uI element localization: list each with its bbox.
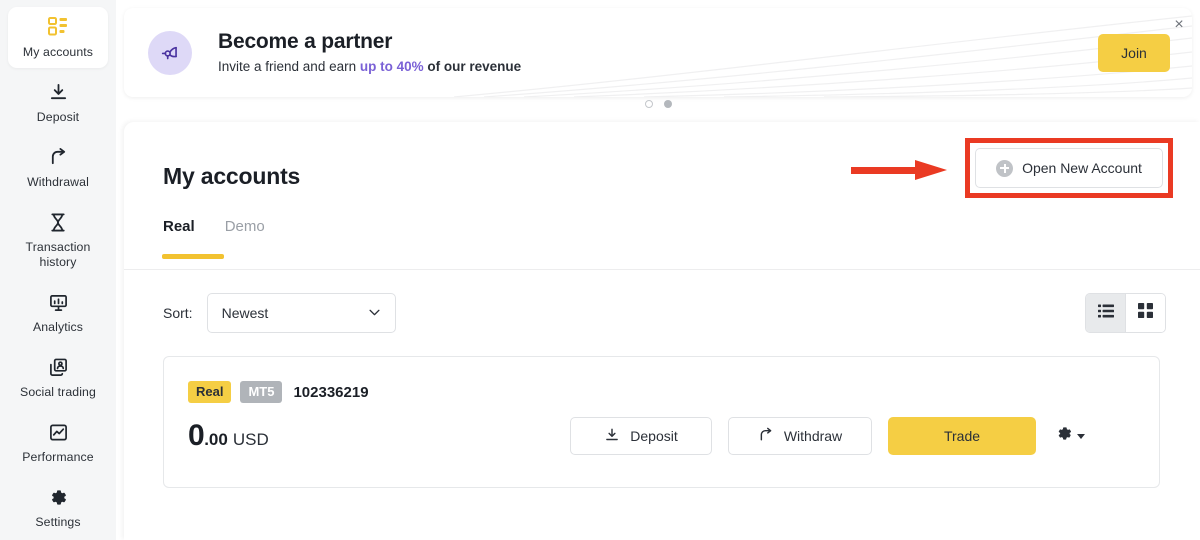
- banner-subtitle-prefix: Invite a friend and earn: [218, 59, 360, 74]
- presentation-chart-icon: [47, 291, 69, 313]
- account-menu-button[interactable]: [1056, 425, 1085, 447]
- horn-megaphone-icon: [148, 30, 192, 75]
- open-new-account-button[interactable]: Open New Account: [975, 148, 1163, 188]
- banner-subtitle-accent: up to 40%: [359, 59, 424, 74]
- plus-circle-icon: [996, 159, 1014, 177]
- copy-people-icon: [47, 356, 69, 378]
- account-badges: Real MT5 102336219: [188, 381, 369, 403]
- banner-subtitle-suffix: of our revenue: [423, 59, 522, 74]
- banner-title: Become a partner: [218, 30, 393, 53]
- tab-demo[interactable]: Demo: [225, 218, 265, 259]
- list-view-button[interactable]: [1086, 294, 1125, 332]
- sidebar-item-label: My accounts: [22, 45, 94, 59]
- grid-view-icon: [1138, 303, 1153, 323]
- download-arrow-icon: [47, 81, 69, 103]
- sidebar-item-label: Settings: [35, 515, 81, 529]
- sidebar: My accounts Deposit Withdrawal Transacti…: [0, 0, 116, 540]
- dashboard-grid-icon: [47, 16, 69, 38]
- sidebar-item-label: Transaction history: [25, 240, 91, 269]
- balance-integer: 0: [188, 419, 205, 452]
- sidebar-item-my-accounts[interactable]: My accounts: [8, 7, 108, 68]
- chevron-down-icon: [369, 309, 380, 316]
- sidebar-item-label: Analytics: [32, 320, 84, 334]
- deposit-button[interactable]: Deposit: [570, 417, 712, 455]
- sidebar-item-label: Withdrawal: [27, 175, 89, 189]
- page-title: My accounts: [163, 163, 301, 189]
- withdraw-label: Withdraw: [783, 428, 843, 444]
- tab-real[interactable]: Real: [162, 218, 224, 259]
- sidebar-item-label: Deposit: [36, 110, 80, 124]
- sidebar-item-label: Social trading: [20, 385, 96, 399]
- sidebar-item-deposit[interactable]: Deposit: [8, 72, 108, 133]
- gear-icon: [1056, 425, 1073, 447]
- sidebar-item-analytics[interactable]: Analytics: [8, 282, 108, 343]
- hourglass-icon: [47, 211, 69, 233]
- status-badge-platform: MT5: [240, 381, 283, 403]
- banner-text-block: Become a partner Invite a friend and ear…: [218, 29, 1098, 76]
- carousel-dot-2[interactable]: [663, 100, 672, 108]
- trade-button[interactable]: Trade: [888, 417, 1036, 455]
- account-type-tabs: Real Demo: [162, 218, 265, 259]
- grid-view-button[interactable]: [1126, 294, 1165, 332]
- carousel-dots: [124, 100, 1192, 108]
- sort-controls: Sort: Newest: [163, 293, 396, 333]
- carousel-dot-1[interactable]: [644, 100, 653, 108]
- line-chart-box-icon: [47, 421, 69, 443]
- sort-dropdown[interactable]: Newest: [206, 293, 396, 333]
- caret-down-icon: [1077, 433, 1085, 439]
- open-new-account-label: Open New Account: [1022, 160, 1142, 176]
- main-panel: My accounts Open New Account Real Demo S…: [124, 122, 1200, 540]
- status-badge-real: Real: [188, 381, 232, 403]
- balance-decimal: .00: [204, 430, 228, 449]
- deposit-label: Deposit: [630, 428, 678, 444]
- gear-icon: [47, 486, 69, 508]
- sort-label: Sort:: [163, 305, 193, 321]
- list-view-icon: [1097, 304, 1114, 323]
- account-card[interactable]: Real MT5 102336219 0 .00 USD Deposit Wit…: [163, 356, 1160, 488]
- sidebar-item-withdrawal[interactable]: Withdrawal: [8, 137, 108, 198]
- sidebar-item-label: Performance: [22, 450, 94, 464]
- upload-arrow-icon: [758, 427, 774, 446]
- upload-arrow-icon: [47, 146, 69, 168]
- tabs-divider: [124, 269, 1200, 270]
- sidebar-item-performance[interactable]: Performance: [8, 412, 108, 473]
- app-root: My accounts Deposit Withdrawal Transacti…: [0, 0, 1200, 540]
- banner-subtitle: Invite a friend and earn up to 40% of ou…: [218, 58, 1098, 76]
- sidebar-item-social-trading[interactable]: Social trading: [8, 347, 108, 408]
- close-icon[interactable]: ×: [1168, 14, 1190, 36]
- balance-currency: USD: [232, 430, 269, 449]
- sort-selected-value: Newest: [221, 305, 269, 321]
- account-number: 102336219: [293, 383, 369, 401]
- account-balance: 0 .00 USD: [188, 419, 269, 453]
- view-toggle-group: [1085, 293, 1166, 333]
- sidebar-item-transaction-history[interactable]: Transaction history: [8, 202, 108, 278]
- sidebar-item-settings[interactable]: Settings: [8, 477, 108, 538]
- join-button[interactable]: Join: [1098, 33, 1170, 72]
- partner-banner[interactable]: Become a partner Invite a friend and ear…: [124, 8, 1192, 97]
- red-arrow-right-icon: [851, 160, 947, 180]
- download-arrow-icon: [604, 427, 620, 446]
- withdraw-button[interactable]: Withdraw: [728, 417, 872, 455]
- account-actions: Deposit Withdraw Trade: [570, 417, 1085, 455]
